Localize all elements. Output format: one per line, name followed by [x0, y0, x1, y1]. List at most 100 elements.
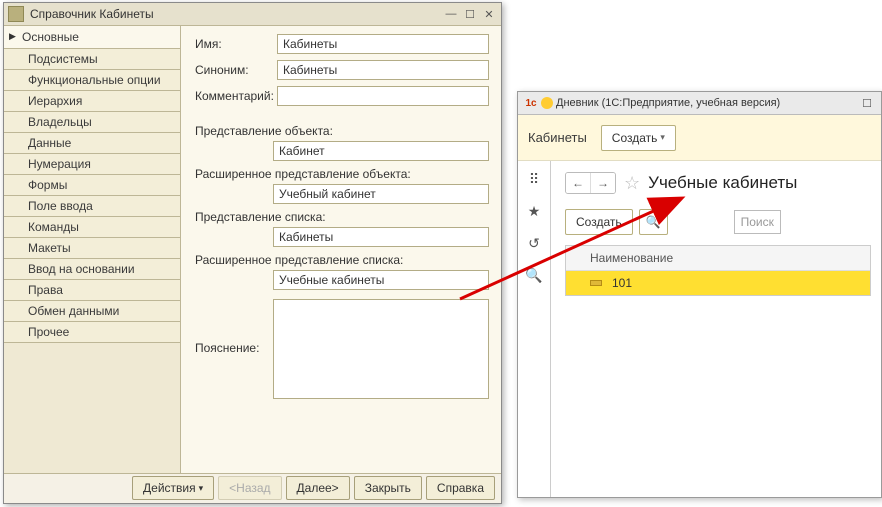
sidebar-item-data[interactable]: Данные: [4, 133, 180, 154]
nav-back-button[interactable]: ←: [566, 173, 590, 193]
search-icon[interactable]: 🔍: [526, 267, 542, 283]
maximize-button[interactable]: ☐: [462, 7, 478, 21]
sidebar: Основные Подсистемы Функциональные опции…: [4, 26, 181, 473]
list-repr-label: Представление списка:: [195, 210, 489, 224]
table-row[interactable]: 101: [566, 271, 870, 295]
close-form-button[interactable]: Закрыть: [354, 476, 422, 500]
star-icon[interactable]: ★: [526, 203, 542, 219]
sidebar-item-label: Владельцы: [28, 115, 92, 129]
create-dropdown[interactable]: Создать: [601, 125, 676, 151]
block-list-repr-ext: Расширенное представление списка:: [195, 253, 489, 290]
explain-field[interactable]: [273, 299, 489, 399]
list-repr-ext-field[interactable]: [273, 270, 489, 290]
back-sys-icon[interactable]: [541, 97, 553, 109]
enterprise-title: Дневник (1С:Предприятие, учебная версия): [556, 97, 780, 109]
nav-line: ← → ☆ Учебные кабинеты: [565, 171, 871, 195]
catalog-icon: [8, 6, 24, 22]
enterprise-body: ⠿ ★ ↺ 🔍 ← → ☆ Учебные кабинеты Создать 🔍…: [518, 161, 881, 498]
list-toolbar: Создать 🔍 Поиск: [565, 209, 871, 235]
find-icon: 🔍: [646, 215, 661, 229]
find-button[interactable]: 🔍: [639, 209, 668, 235]
help-button[interactable]: Справка: [426, 476, 495, 500]
sidebar-item-label: Иерархия: [28, 94, 82, 108]
favorite-star-icon[interactable]: ☆: [624, 173, 640, 194]
block-obj-repr-ext: Расширенное представление объекта:: [195, 167, 489, 204]
item-icon: [590, 280, 602, 286]
sidebar-item-subsystems[interactable]: Подсистемы: [4, 49, 180, 70]
sidebar-item-label: Основные: [22, 30, 79, 44]
sidebar-item-label: Ввод на основании: [28, 262, 135, 276]
sidebar-item-other[interactable]: Прочее: [4, 322, 180, 343]
sidebar-item-commands[interactable]: Команды: [4, 217, 180, 238]
block-obj-repr: Представление объекта:: [195, 124, 489, 161]
sidebar-item-rights[interactable]: Права: [4, 280, 180, 301]
sidebar-item-numbering[interactable]: Нумерация: [4, 154, 180, 175]
next-button[interactable]: Далее>: [286, 476, 350, 500]
close-button[interactable]: ✕: [481, 7, 497, 21]
apps-icon[interactable]: ⠿: [526, 171, 542, 187]
sidebar-item-label: Макеты: [28, 241, 71, 255]
sidebar-item-forms[interactable]: Формы: [4, 175, 180, 196]
list-repr-field[interactable]: [273, 227, 489, 247]
nav-buttons: ← →: [565, 172, 616, 194]
one-c-logo-icon: 1c: [524, 97, 538, 109]
sidebar-item-label: Функциональные опции: [28, 73, 161, 87]
sidebar-item-templates[interactable]: Макеты: [4, 238, 180, 259]
list-table: Наименование 101: [565, 245, 871, 296]
row-name: Имя:: [195, 34, 489, 54]
configurator-titlebar: Справочник Кабинеты — ☐ ✕: [4, 3, 501, 26]
page-title: Учебные кабинеты: [648, 173, 797, 193]
name-label: Имя:: [195, 37, 277, 51]
nav-forward-button[interactable]: →: [590, 173, 615, 193]
sidebar-item-label: Подсистемы: [28, 52, 98, 66]
synonym-field[interactable]: [277, 60, 489, 80]
sidebar-item-based-on[interactable]: Ввод на основании: [4, 259, 180, 280]
column-header-name[interactable]: Наименование: [566, 246, 870, 271]
row-synonym: Синоним:: [195, 60, 489, 80]
row-comment: Комментарий:: [195, 86, 489, 106]
ent-sys-button[interactable]: ☐: [859, 96, 875, 110]
sidebar-item-label: Данные: [28, 136, 71, 150]
list-repr-ext-label: Расширенное представление списка:: [195, 253, 489, 267]
explain-label: Пояснение:: [195, 341, 273, 355]
back-button[interactable]: <Назад: [218, 476, 281, 500]
block-explain: Пояснение:: [195, 296, 489, 399]
sidebar-item-exchange[interactable]: Обмен данными: [4, 301, 180, 322]
actions-button[interactable]: Действия: [132, 476, 214, 500]
block-list-repr: Представление списка:: [195, 210, 489, 247]
comment-field[interactable]: [277, 86, 489, 106]
enterprise-main: ← → ☆ Учебные кабинеты Создать 🔍 Поиск Н…: [551, 161, 881, 498]
sidebar-item-main[interactable]: Основные: [4, 26, 180, 49]
sidebar-item-owners[interactable]: Владельцы: [4, 112, 180, 133]
list-create-button[interactable]: Создать: [565, 209, 633, 235]
sidebar-item-label: Права: [28, 283, 63, 297]
enterprise-window: 1c Дневник (1С:Предприятие, учебная верс…: [517, 91, 882, 498]
sidebar-item-label: Прочее: [28, 325, 69, 339]
form-area: Имя: Синоним: Комментарий: Представление…: [181, 26, 501, 473]
obj-repr-field[interactable]: [273, 141, 489, 161]
enterprise-header: Кабинеты Создать: [518, 115, 881, 161]
configurator-body: Основные Подсистемы Функциональные опции…: [4, 26, 501, 473]
minimize-button[interactable]: —: [443, 7, 459, 21]
cell-name: 101: [612, 276, 632, 290]
sidebar-item-label: Формы: [28, 178, 67, 192]
name-field[interactable]: [277, 34, 489, 54]
sidebar-item-funcoptions[interactable]: Функциональные опции: [4, 70, 180, 91]
sidebar-item-label: Поле ввода: [28, 199, 93, 213]
search-input[interactable]: Поиск: [734, 210, 781, 234]
section-label[interactable]: Кабинеты: [528, 130, 587, 145]
enterprise-titlebar: 1c Дневник (1С:Предприятие, учебная верс…: [518, 92, 881, 115]
sidebar-item-inputfield[interactable]: Поле ввода: [4, 196, 180, 217]
enterprise-sidebar: ⠿ ★ ↺ 🔍: [518, 161, 551, 498]
obj-repr-label: Представление объекта:: [195, 124, 489, 138]
window-title: Справочник Кабинеты: [30, 7, 154, 21]
obj-repr-ext-field[interactable]: [273, 184, 489, 204]
synonym-label: Синоним:: [195, 63, 277, 77]
sidebar-item-hierarchy[interactable]: Иерархия: [4, 91, 180, 112]
comment-label: Комментарий:: [195, 89, 277, 103]
sidebar-item-label: Обмен данными: [28, 304, 119, 318]
obj-repr-ext-label: Расширенное представление объекта:: [195, 167, 489, 181]
history-icon[interactable]: ↺: [526, 235, 542, 251]
configurator-footer: Действия <Назад Далее> Закрыть Справка: [4, 473, 501, 502]
sidebar-item-label: Нумерация: [28, 157, 91, 171]
